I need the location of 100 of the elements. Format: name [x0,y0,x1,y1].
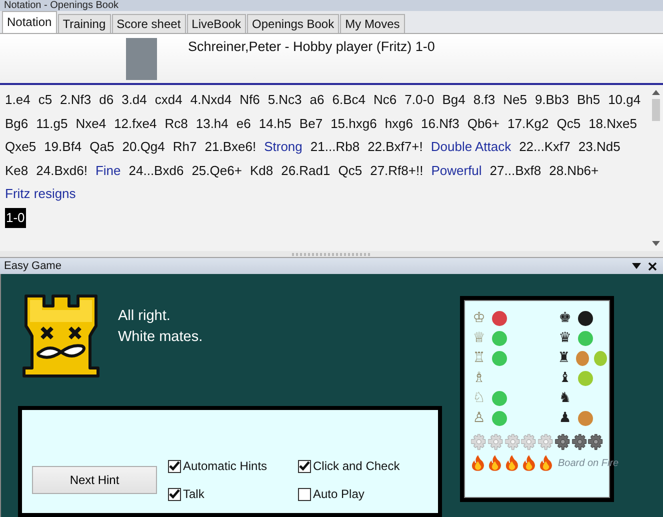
photo-placeholder [126,38,157,80]
dropdown-icon[interactable] [632,263,641,270]
checkbox[interactable] [298,488,311,500]
chess-piece-icon: ♘ [471,390,487,406]
chess-move[interactable]: 1.e4 [5,88,30,112]
chess-move[interactable]: Qa5 [90,135,114,159]
scroll-up-icon[interactable] [652,90,660,96]
chess-move[interactable]: Qc5 [556,112,581,136]
chess-move[interactable]: 25.Qe6+ [192,158,242,182]
close-icon[interactable] [648,262,657,271]
window-title: Notation - Openings Book [4,0,119,11]
chess-piece-icon: ♝ [557,370,573,386]
game-title: Schreiner,Peter - Hobby player (Fritz) 1-0 [188,38,435,54]
chess-piece-icon: ♖ [471,350,487,366]
chess-move[interactable]: Nc6 [374,88,397,112]
splitter-grip[interactable] [292,252,372,256]
fire-label: Board on Fire [558,458,619,468]
chess-move[interactable]: Bg4 [442,88,466,112]
chess-piece-icon: ♕ [471,330,487,346]
tab[interactable]: Score sheet [112,14,186,33]
chess-move[interactable]: 22.Bxf7+! [368,135,423,159]
chess-move[interactable]: Rc8 [164,112,188,136]
chess-piece-icon: ♙ [471,410,487,426]
checkbox-label[interactable]: Auto Play [313,487,364,501]
chess-move[interactable]: Bg6 [5,112,28,136]
chess-piece-icon: ♔ [471,310,487,326]
chess-move[interactable]: a6 [310,88,324,112]
chess-move[interactable]: 2.Nf3 [60,88,92,112]
chess-move[interactable]: 6.Bc4 [332,88,366,112]
chess-move[interactable]: Nxe4 [76,112,106,136]
chess-move[interactable]: 4.Nxd4 [190,88,232,112]
chess-move[interactable]: Qc5 [338,158,362,182]
chess-move[interactable]: 11.g5 [36,112,68,136]
chess-move[interactable]: 26.Rad1 [281,158,330,182]
chess-move[interactable]: cxd4 [154,88,182,112]
chess-move[interactable]: Ne5 [503,88,527,112]
scroll-down-icon[interactable] [652,241,660,246]
chess-move[interactable]: 9.Bb3 [534,88,569,112]
tab[interactable]: Notation [2,10,57,33]
chess-move[interactable]: 21...Rb8 [310,135,360,159]
panel-title: Easy Game [4,260,62,272]
move-comment[interactable]: Double Attack [430,135,512,159]
chess-move[interactable]: 28.Nb6+ [549,158,599,182]
chess-piece-icon: ♟ [557,410,573,426]
chess-move[interactable]: 5.Nc3 [268,88,302,112]
chess-piece-icon: ♛ [557,330,573,346]
hint-message: All right. [118,307,172,326]
chess-move[interactable]: 24.Bxd6! [36,158,88,182]
chess-move[interactable]: 7.0-0 [404,88,434,112]
chess-move[interactable]: 19.Bf4 [44,135,82,159]
chess-piece-icon: ♞ [557,390,573,406]
chess-move[interactable]: 12.fxe4 [114,112,157,136]
checkbox-label[interactable]: Click and Check [313,459,400,473]
checkbox[interactable] [168,488,181,500]
chess-piece-icon: ♗ [471,370,487,386]
chess-move[interactable]: 27.Rf8+!! [370,158,424,182]
chess-move[interactable]: 13.h4 [196,112,228,136]
chess-move[interactable]: 15.hxg6 [330,112,377,136]
scrollbar-thumb[interactable] [652,99,660,122]
chess-move[interactable]: 3.d4 [122,88,147,112]
move-comment[interactable]: Fine [95,158,121,182]
chess-move[interactable]: 14.h5 [258,112,292,136]
chess-move[interactable]: Bh5 [576,88,600,112]
chess-move[interactable]: 24...Bxd6 [128,158,184,182]
game-result[interactable]: 1-0 [5,208,26,228]
chess-move[interactable]: Qb6+ [467,112,500,136]
chess-move[interactable]: 27...Bxf8 [490,158,542,182]
chess-move[interactable]: 23.Nd5 [578,135,620,159]
chess-piece-icon: ♚ [557,310,573,326]
tab[interactable]: Openings Book [247,14,340,33]
chess-move[interactable]: 10.g4 [608,88,641,112]
move-comment[interactable]: Powerful [431,158,482,182]
chess-move[interactable]: Kd8 [250,158,274,182]
checkbox[interactable] [298,460,311,472]
chess-move[interactable]: 18.Nxe5 [588,112,637,136]
tab[interactable]: Training [58,14,111,33]
move-comment[interactable]: Strong [264,135,302,159]
chess-move[interactable]: Qxe5 [5,135,36,159]
chess-move[interactable]: Be7 [299,112,323,136]
chess-move[interactable]: 16.Nf3 [421,112,460,136]
checkbox-label[interactable]: Talk [183,487,204,501]
chess-move[interactable]: 17.Kg2 [508,112,549,136]
chess-move[interactable]: Nf6 [240,88,260,112]
checkbox-label[interactable]: Automatic Hints [183,459,268,473]
checkbox[interactable] [168,460,181,472]
chess-move[interactable]: d6 [99,88,114,112]
move-comment[interactable]: Fritz resigns [5,182,76,206]
chess-move[interactable]: c5 [38,88,52,112]
chess-move[interactable]: e6 [236,112,251,136]
chess-move[interactable]: 8.f3 [473,88,496,112]
chess-move[interactable]: 22...Kxf7 [519,135,570,159]
chess-move[interactable]: hxg6 [384,112,414,136]
chess-move[interactable]: 21.Bxe6! [204,135,256,159]
chess-piece-icon: ♜ [557,350,571,366]
tab[interactable]: LiveBook [186,14,246,33]
tab[interactable]: My Moves [340,14,405,33]
chess-move[interactable]: 20.Qg4 [122,135,165,159]
next-hint-button[interactable]: Next Hint [32,466,157,494]
chess-move[interactable]: Ke8 [5,158,28,182]
chess-move[interactable]: Rh7 [172,135,197,159]
